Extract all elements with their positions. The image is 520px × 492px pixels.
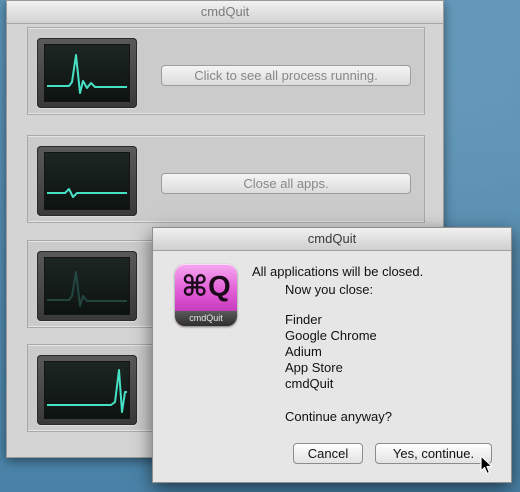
- confirm-button[interactable]: Yes, continue.: [375, 443, 492, 464]
- main-window-title[interactable]: cmdQuit: [7, 1, 443, 24]
- close-all-apps-button[interactable]: Close all apps.: [161, 173, 411, 194]
- panel-processes: Click to see all process running.: [27, 27, 425, 115]
- dialog-question: Continue anyway?: [285, 409, 392, 424]
- dialog-sub-message: Now you close:: [285, 282, 374, 297]
- list-item: Google Chrome: [285, 328, 377, 343]
- pulse-screen: [44, 361, 130, 419]
- list-item: Adium: [285, 344, 322, 359]
- list-item: Finder: [285, 312, 322, 327]
- pulse-screen: [44, 152, 130, 210]
- app-list: Finder Google Chrome Adium App Store cmd…: [285, 312, 377, 392]
- cmdquit-app-icon: ⌘Q cmdQuit: [175, 264, 237, 326]
- pulse-screen: [44, 44, 130, 102]
- confirm-dialog: cmdQuit ⌘Q cmdQuit All applications will…: [152, 227, 512, 483]
- show-processes-button[interactable]: Click to see all process running.: [161, 65, 411, 86]
- monitor-processes: [37, 38, 137, 108]
- panel-close-all: Close all apps.: [27, 135, 425, 223]
- pulse-screen: [44, 257, 130, 315]
- command-q-icon: ⌘Q: [181, 271, 231, 303]
- monitor-third: [37, 251, 137, 321]
- pulse-line-icon: [47, 369, 127, 413]
- app-icon-label: cmdQuit: [175, 311, 237, 326]
- pulse-line-icon: [47, 271, 127, 307]
- pulse-line-icon: [47, 54, 127, 94]
- monitor-fourth: [37, 355, 137, 425]
- cancel-button[interactable]: Cancel: [293, 443, 363, 464]
- mouse-pointer-icon: [480, 455, 493, 475]
- list-item: cmdQuit: [285, 376, 334, 391]
- list-item: App Store: [285, 360, 343, 375]
- pulse-line-icon: [47, 188, 127, 198]
- monitor-close-all: [37, 146, 137, 216]
- dialog-title[interactable]: cmdQuit: [153, 228, 511, 251]
- dialog-message: All applications will be closed.: [252, 264, 424, 279]
